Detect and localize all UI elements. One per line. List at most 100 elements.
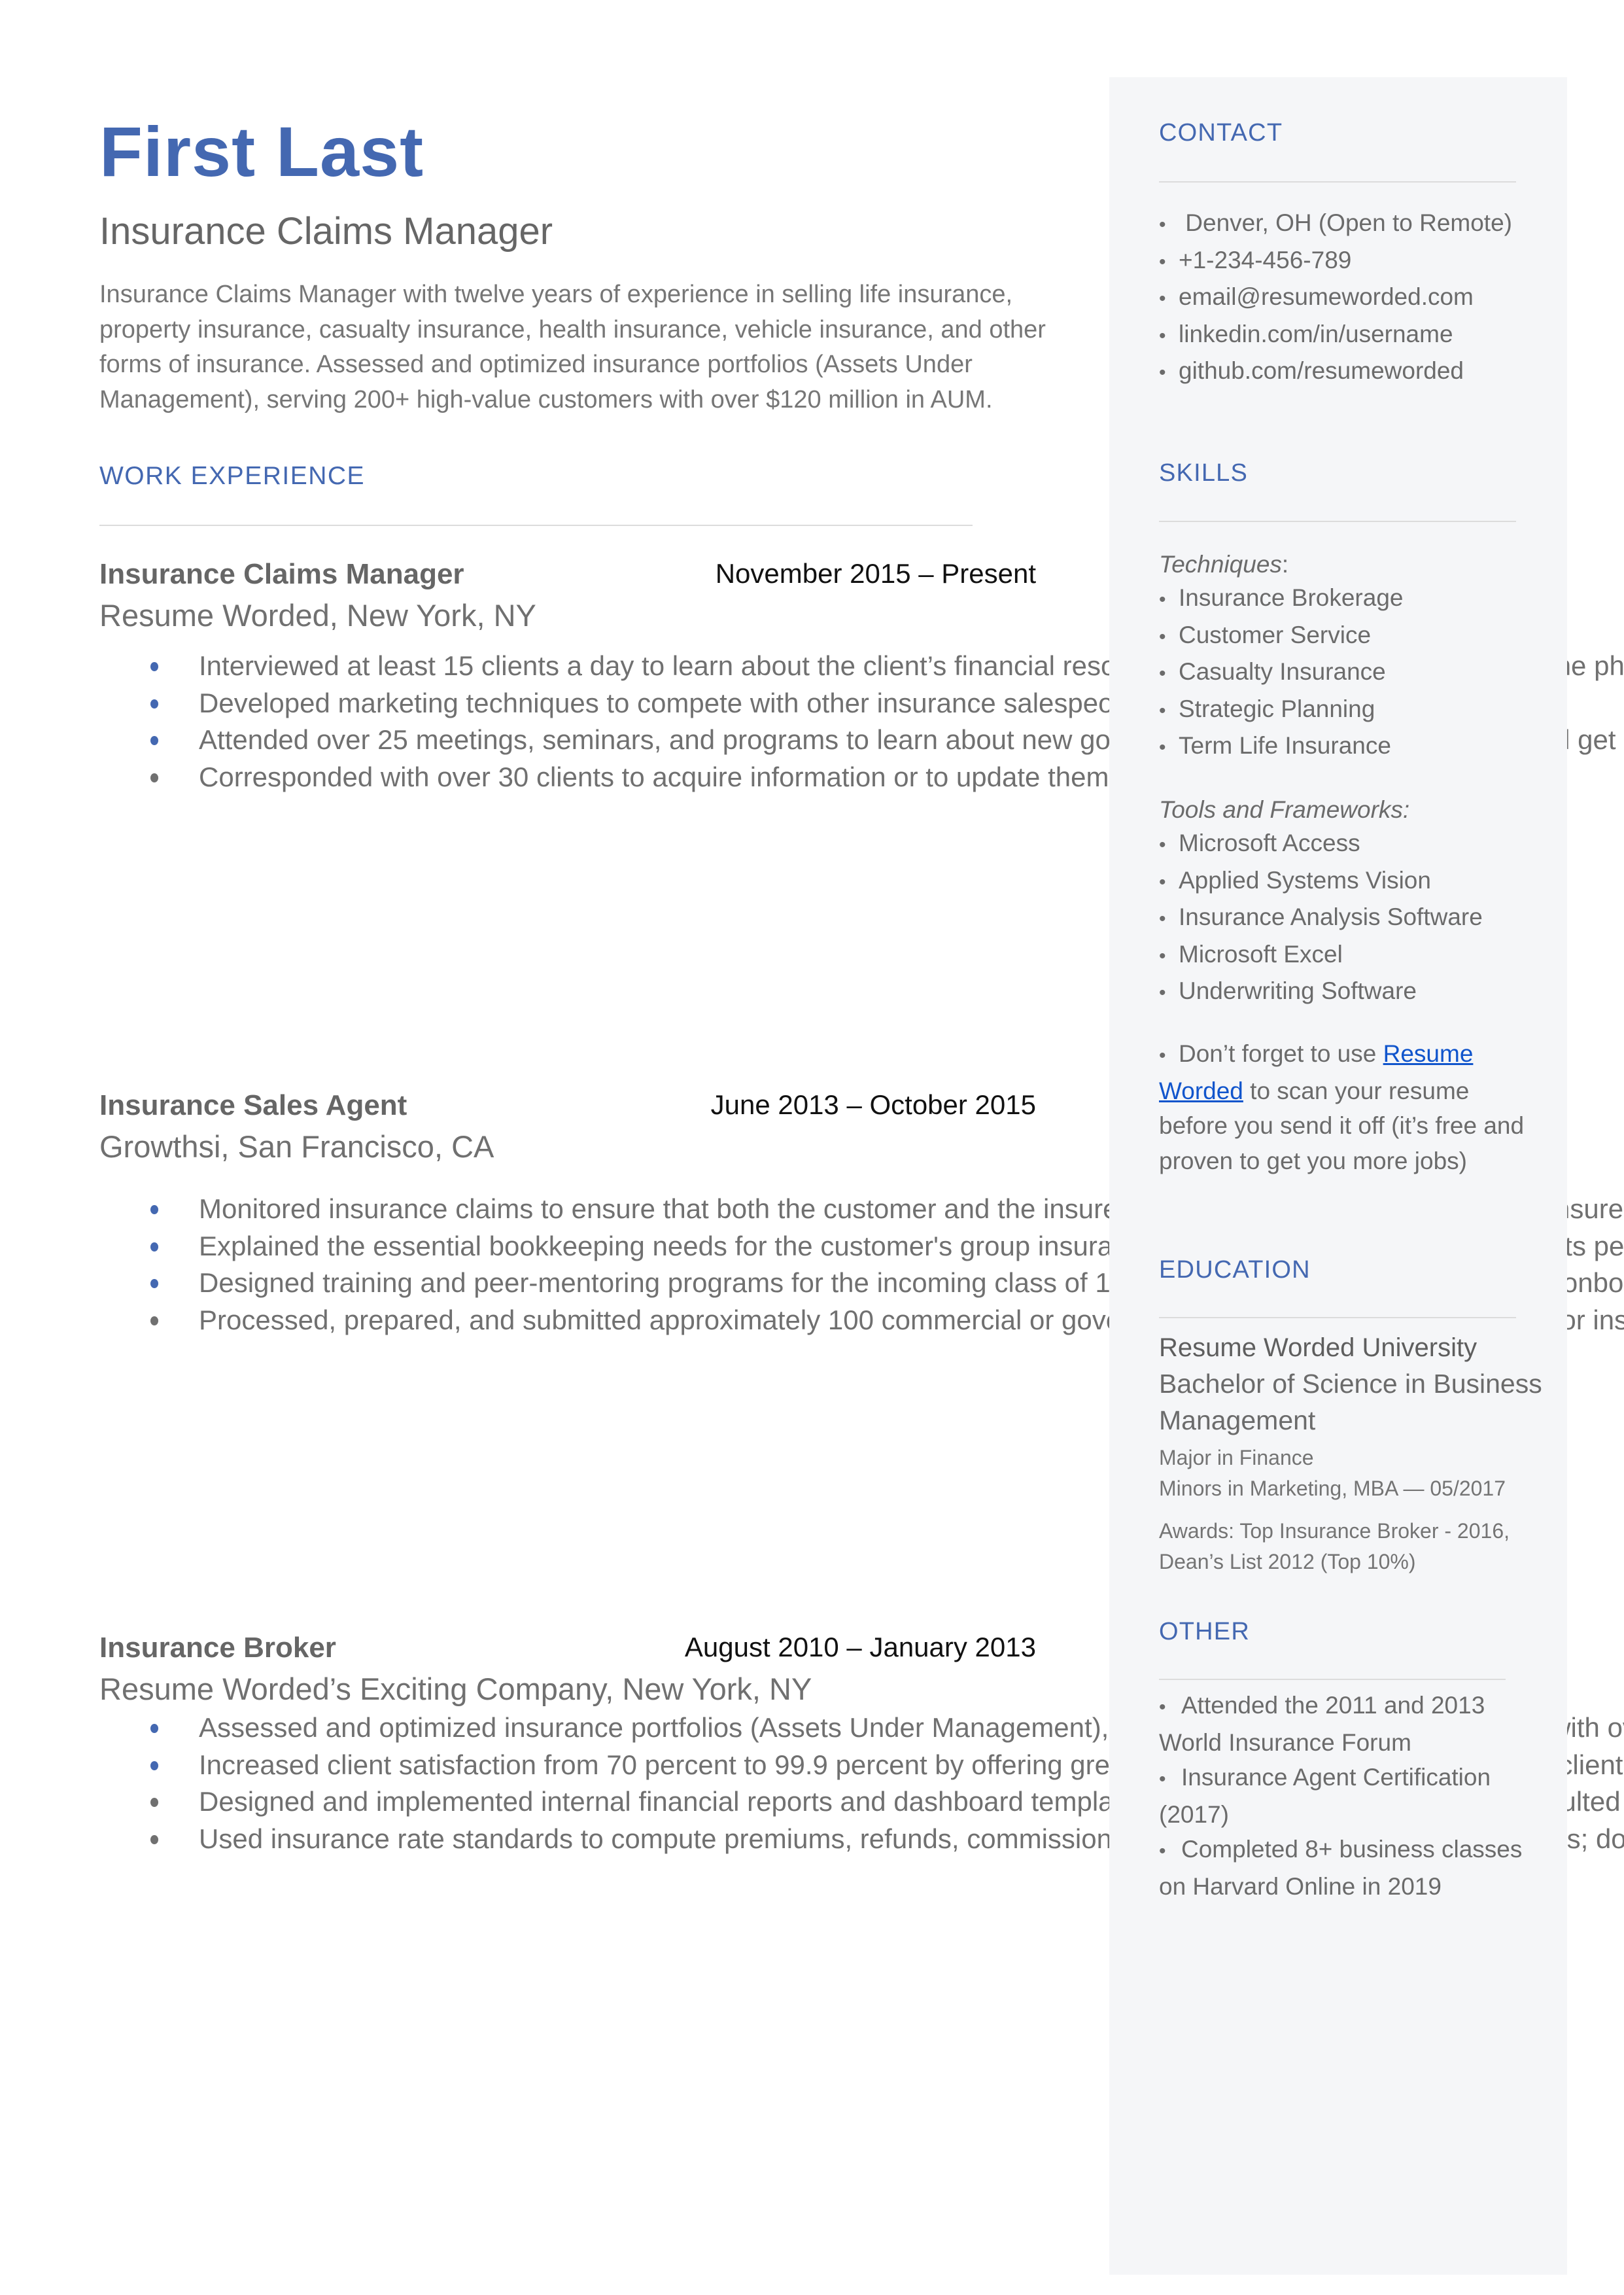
skills-heading: SKILLS [1159,459,1249,487]
skill-item: • Microsoft Excel [1159,937,1483,974]
job-bullet-item: Designed and implemented internal financ… [99,1783,1624,1821]
job-title: Insurance Sales Agent [99,1089,407,1121]
bullet-icon: • [1159,1045,1166,1066]
contact-divider [1159,181,1516,183]
bullet-dot-icon [150,1316,158,1325]
job-dates: November 2015 – Present [715,558,1036,589]
main-column: First Last Insurance Claims Manager Insu… [0,0,1624,2295]
bullet-dot-icon [150,1798,158,1808]
bullet-dot-icon [150,773,158,782]
education-school: Resume Worded University [1159,1333,1477,1362]
job-bullet-item: Corresponded with over 30 clients to acq… [99,759,1483,796]
job-company: Growthsi, San Francisco, CA [99,1129,494,1164]
tools-list: • Microsoft Access • Applied Systems Vision… [1159,826,1483,1011]
bullet-icon: • [1159,834,1166,856]
skill-item: • Customer Service [1159,618,1403,655]
bullet-dot-icon [150,1242,158,1252]
education-divider [1159,1317,1516,1318]
techniques-label: Techniques: [1159,551,1289,578]
bullet-dot-icon [150,662,158,671]
other-item: • Attended the 2011 and 2013 World Insura… [1159,1688,1525,1760]
techniques-list: • Insurance Brokerage • Customer Service • Ca… [1159,580,1403,765]
resume-worded-tip: • Don’t forget to use Resume Worded to sc… [1159,1036,1525,1178]
bullet-dot-icon [150,1724,158,1733]
summary-paragraph: Insurance Claims Manager with twelve yea… [99,281,1046,413]
bullet-dot-icon [150,1834,158,1844]
bullet-icon: • [1159,214,1166,236]
skill-item: • Applied Systems Vision [1159,863,1483,900]
bullet-icon: • [1159,699,1166,722]
contact-heading: CONTACT [1159,119,1283,147]
other-item: • Completed 8+ business classes on Harvar… [1159,1832,1525,1904]
education-heading: EDUCATION [1159,1256,1311,1284]
job-bullet-item: Interviewed at least 15 clients a day to… [99,648,1624,685]
tools-label: Tools and Frameworks: [1159,796,1410,823]
bullet-dot-icon [150,1279,158,1289]
skill-item: • Term Life Insurance [1159,728,1403,765]
job-title: Insurance Broker [99,1632,336,1664]
job-title: Insurance Claims Manager [99,558,464,590]
bullet-icon: • [1159,1840,1166,1863]
job-dates: August 2010 – January 2013 [684,1632,1036,1662]
contact-list: • Denver, OH (Open to Remote) • +1-234-45… [1159,205,1512,391]
job-bullet-item: Increased client satisfaction from 70 pe… [99,1747,1624,1784]
job-company: Resume Worded’s Exciting Company, New Yo… [99,1672,812,1706]
skill-item: • Strategic Planning [1159,692,1403,729]
bullet-dot-icon [150,1205,158,1214]
contact-email[interactable]: • email@resumeworded.com [1159,279,1512,317]
other-item: • Insurance Agent Certification (2017) [1159,1760,1525,1832]
other-list: • Attended the 2011 and 2013 World Insura… [1159,1688,1525,1904]
other-heading: OTHER [1159,1618,1250,1645]
bullet-icon: • [1159,625,1166,648]
job-bullet-item: Monitored insurance claims to ensure tha… [99,1191,1624,1228]
contact-phone[interactable]: • +1-234-456-789 [1159,243,1512,280]
education-major: Major in Finance [1159,1446,1314,1469]
bullet-icon: • [1159,871,1166,893]
job-bullet-item: Explained the essential bookkeeping need… [99,1228,1624,1265]
skill-item: • Insurance Brokerage [1159,580,1403,618]
bullet-icon: • [1159,589,1166,610]
sidebar: CONTACT • Denver, OH (Open to Remote) • +… [1109,77,1567,2275]
work-experience-divider [99,525,973,526]
job-bullet-item: Developed marketing techniques to compet… [99,685,1555,722]
bullet-icon: • [1159,1696,1166,1718]
job-bullet-item: Used insurance rate standards to compute… [99,1821,1624,1858]
job-bullet-item: Assessed and optimized insurance portfol… [99,1709,1624,1747]
skill-item: • Casualty Insurance [1159,654,1403,692]
bullet-icon: • [1159,1768,1166,1791]
job-bullet-item: Attended over 25 meetings, seminars, and… [99,722,1624,759]
bullet-dot-icon [150,699,158,709]
skill-item: • Insurance Analysis Software [1159,900,1483,937]
bullet-icon: • [1159,663,1166,685]
skill-item: • Underwriting Software [1159,973,1483,1011]
contact-location: • Denver, OH (Open to Remote) [1159,205,1512,243]
education-minors: Minors in Marketing, MBA — 05/2017 [1159,1477,1506,1500]
bullet-dot-icon [150,736,158,746]
candidate-name: First Last [99,112,424,191]
education-awards: Awards: Top Insurance Broker - 2016, Dea… [1159,1519,1510,1573]
bullet-icon: • [1159,945,1166,967]
contact-linkedin[interactable]: • linkedin.com/in/username [1159,317,1512,354]
work-experience-heading: WORK EXPERIENCE [99,462,366,490]
contact-github[interactable]: • github.com/resumeworded [1159,353,1512,391]
job-company: Resume Worded, New York, NY [99,598,536,633]
bullet-dot-icon [150,1761,158,1770]
job-bullets: Monitored insurance claims to ensure tha… [99,1191,1624,1339]
job-bullets: Interviewed at least 15 clients a day to… [99,648,1624,796]
bullet-icon: • [1159,251,1166,273]
education-degree: Bachelor of Science in Business Manageme… [1159,1369,1542,1435]
job-dates: June 2013 – October 2015 [710,1089,1036,1120]
bullet-icon: • [1159,362,1166,384]
other-divider [1159,1679,1506,1680]
skill-item: • Microsoft Access [1159,826,1483,863]
job-bullet-item: Processed, prepared, and submitted appro… [99,1302,1624,1339]
bullet-icon: • [1159,288,1166,310]
bullet-icon: • [1159,324,1166,347]
job-bullet-item: Designed training and peer-mentoring pro… [99,1265,1624,1302]
bullet-icon: • [1159,737,1166,759]
job-bullets: Assessed and optimized insurance portfol… [99,1709,1624,1858]
candidate-title: Insurance Claims Manager [99,210,553,253]
skills-divider [1159,521,1516,522]
bullet-icon: • [1159,982,1166,1004]
bullet-icon: • [1159,908,1166,930]
